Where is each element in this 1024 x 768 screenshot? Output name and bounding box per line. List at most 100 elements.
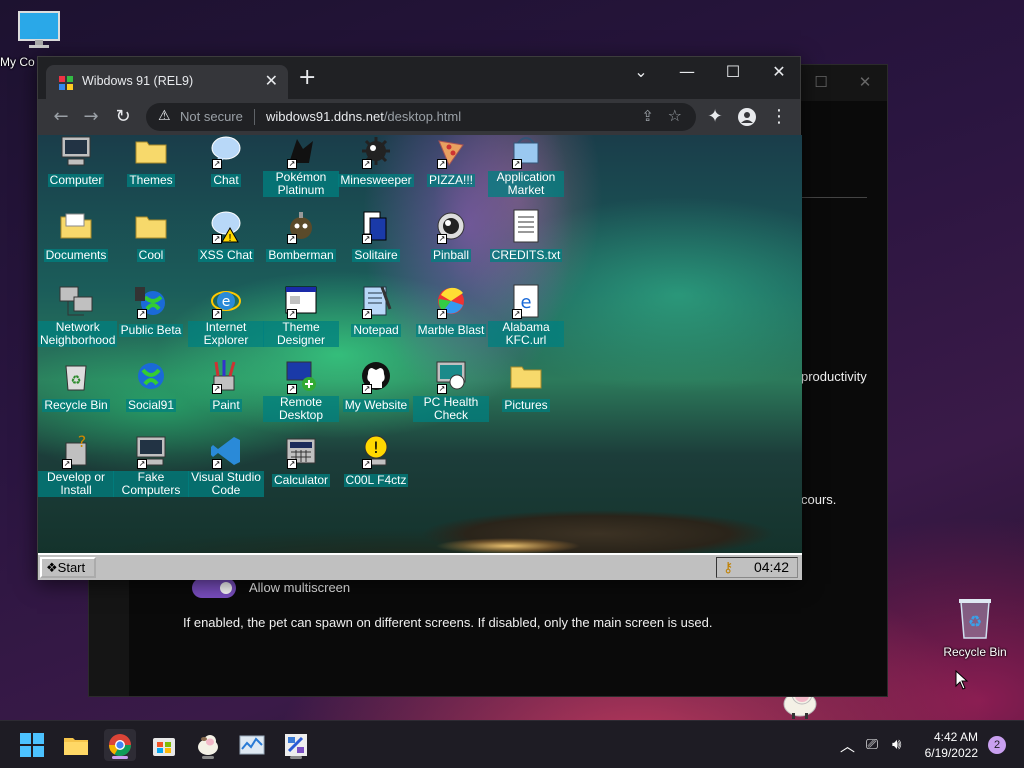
maximize-icon[interactable]: ☐ [809,73,833,91]
remote-app-button[interactable] [280,729,312,761]
w91-icon-cool[interactable]: Cool [113,208,189,263]
shortcut-arrow-icon: ↗ [362,309,372,319]
network-icon[interactable]: ⎚ [866,735,878,753]
w91-icon-internet-explorer[interactable]: e ↗ Internet Explorer [188,283,264,348]
w91-icon-alabama-kfc-url[interactable]: e ↗ Alabama KFC.url [488,283,564,348]
documents-icon [60,213,92,239]
desktop-icon-recycle-bin[interactable]: ♻ Recycle Bin [940,596,1010,659]
w91-icon-visual-studio-code[interactable]: ↗ Visual Studio Code [188,433,264,498]
themes-icon [135,141,167,164]
shortcut-arrow-icon: ↗ [137,459,147,469]
w91-icon-xss-chat[interactable]: ! ↗ XSS Chat [188,208,264,263]
w91-icon-pictures[interactable]: Pictures [488,358,564,413]
w91-icon-develop-or-install[interactable]: ? ↗ Develop or Install [38,433,114,498]
w91-icon-notepad[interactable]: ↗ Notepad [338,283,414,338]
start-button[interactable] [16,729,48,761]
minimize-icon[interactable]: — [672,62,702,81]
w91-icon-calculator[interactable]: ↗ Calculator [263,433,339,488]
w91-icon-fake-computers[interactable]: ↗ Fake Computers [113,433,189,498]
w91-icon-minesweeper[interactable]: ↗ Minesweeper [338,135,414,188]
system-clock[interactable]: 4:42 AM 6/19/2022 [925,729,978,761]
w91-icon-pinball[interactable]: ↗ Pinball [413,208,489,263]
svg-text:?: ? [78,433,87,451]
w91-icon-credits-txt[interactable]: CREDITS.txt [488,208,564,263]
w91-icon-network-neighborhood[interactable]: Network Neighborhood [38,283,118,348]
profile-icon[interactable] [736,107,758,129]
share-icon[interactable]: ⇪ [641,107,654,125]
warning-icon[interactable]: ⚠ [158,108,171,124]
w91-clock[interactable]: 04:42 [754,558,789,577]
store-button[interactable] [148,729,180,761]
desktop-pet-button[interactable] [192,729,224,761]
shortcut-arrow-icon: ↗ [512,309,522,319]
bookmark-star-icon[interactable]: ☆ [668,106,682,125]
w91-icon-solitaire[interactable]: ↗ Solitaire [338,208,414,263]
w91-icon-marble-blast[interactable]: ↗ Marble Blast [413,283,489,338]
shortcut-arrow-icon: ↗ [287,384,297,394]
w91-icon-theme-designer[interactable]: ↗ Theme Designer [263,283,339,348]
url-text[interactable]: wibdows91.ddns.net/desktop.html [266,109,461,124]
tab-search-icon[interactable]: ⌄ [626,62,656,81]
w91-icon-public-beta[interactable]: ↗ Public Beta [113,283,189,338]
show-hidden-icons-chevron-icon[interactable]: ︿ [840,735,855,756]
shortcut-arrow-icon: ↗ [212,309,222,319]
shortcut-arrow-icon: ↗ [362,159,372,169]
notification-badge[interactable]: 2 [988,736,1006,754]
volume-icon[interactable]: 🔊︎ [892,735,901,753]
w91-icon-label: CREDITS.txt [489,248,563,262]
shortcut-arrow-icon: ↗ [287,309,297,319]
town-lights [418,534,598,554]
security-label[interactable]: Not secure [180,109,243,124]
chrome-button[interactable] [104,729,136,761]
w91-icon-chat[interactable]: ↗ Chat [188,135,264,188]
w91-icon-computer[interactable]: Computer [38,135,114,188]
close-window-icon[interactable]: ✕ [764,62,794,81]
w91-icon-pizza[interactable]: ↗ PIZZA!!! [413,135,489,188]
menu-icon[interactable]: ⋮ [768,107,790,129]
w91-icon-themes[interactable]: Themes [113,135,189,188]
w91-start-button[interactable]: ❖Start [40,557,96,578]
w91-icon-label: Internet Explorer [188,321,264,347]
shortcut-arrow-icon: ↗ [362,459,372,469]
w91-icon-application-market[interactable]: ↗ Application Market [488,135,564,198]
w91-icon-documents[interactable]: Documents [38,208,114,263]
w91-icon-bomberman[interactable]: ↗ Bomberman [263,208,339,263]
w91-icon-label: Solitaire [352,248,400,262]
tab-wibdows91[interactable]: Wibdows 91 (REL9) ✕ [46,65,288,99]
allow-multiscreen-toggle[interactable] [192,578,236,598]
file-explorer-button[interactable] [60,729,92,761]
reload-icon[interactable]: ↻ [112,107,134,129]
w91-icon-my-website[interactable]: ↗ My Website [338,358,414,413]
divider [254,109,255,125]
w91-icon-label: Public Beta [118,323,184,337]
maximize-icon[interactable]: ☐ [718,62,748,81]
w91-icon-paint[interactable]: ↗ Paint [188,358,264,413]
w91-icon-c00l-f4ctz[interactable]: ! ↗ C00L F4ctz [338,433,414,488]
w91-icon-pok-mon-platinum[interactable]: ↗ Pokémon Platinum [263,135,339,198]
toggle-knob [220,582,232,594]
w91-icon-pc-health-check[interactable]: ↗ PC Health Check [413,358,489,423]
extensions-icon[interactable]: ✦ [704,107,726,129]
mouse-cursor-icon [955,670,969,690]
close-tab-icon[interactable]: ✕ [265,71,278,90]
w91-icon-label: XSS Chat [197,248,255,262]
shortcut-arrow-icon: ↗ [212,459,222,469]
w91-icon-recycle-bin[interactable]: ♻ Recycle Bin [38,358,114,413]
back-icon[interactable]: ← [50,107,72,129]
close-icon[interactable]: ✕ [853,73,877,91]
new-tab-button[interactable]: + [298,67,316,89]
windows-start-icon [20,733,44,757]
network-neighborhood-icon [59,286,93,316]
w91-icon-remote-desktop[interactable]: ↗ Remote Desktop [263,358,339,423]
w91-icon-label: Visual Studio Code [188,471,264,497]
tray-key-icon[interactable]: ⚷ [723,558,733,577]
w91-icon-social91[interactable]: Social91 [113,358,189,413]
running-indicator [202,756,214,759]
forward-icon[interactable]: → [80,107,102,129]
w91-icon-label: Bomberman [266,248,336,262]
desktop-icon-label: Recycle Bin [943,645,1007,659]
monitor-app-button[interactable] [236,729,268,761]
social91-icon [138,363,164,389]
address-bar[interactable]: ⚠ Not secure wibdows91.ddns.net/desktop.… [146,103,696,131]
taskbar: ︿ ⎚ 🔊︎ 4:42 AM 6/19/2022 2 [0,720,1024,768]
